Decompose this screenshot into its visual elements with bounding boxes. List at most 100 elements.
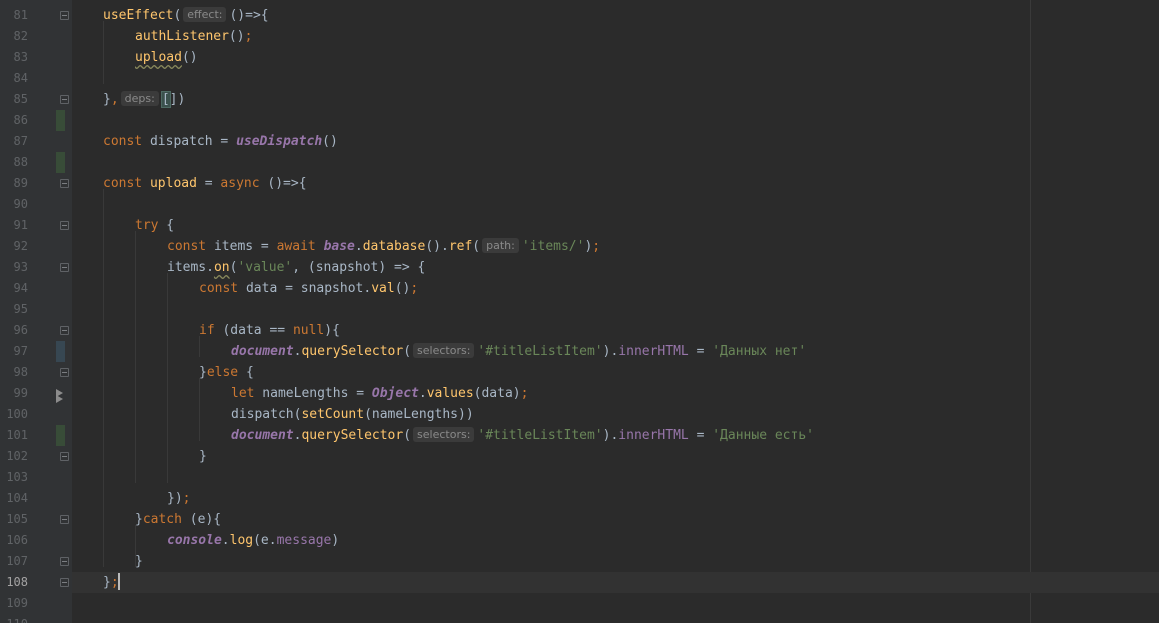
code-line[interactable]: 86 bbox=[0, 110, 1159, 131]
line-code: document.querySelector(selectors: '#title… bbox=[231, 427, 814, 443]
code-line[interactable]: 101 document.querySelector(selectors: '#t… bbox=[0, 425, 1159, 446]
line-number: 93 bbox=[13, 260, 28, 274]
line-number: 87 bbox=[13, 134, 28, 148]
code-line[interactable]: 104 }); bbox=[0, 488, 1159, 509]
param-hint: effect: bbox=[183, 7, 227, 22]
line-number: 85 bbox=[13, 92, 28, 106]
line-code: }, deps:[]) bbox=[103, 91, 186, 108]
code-line[interactable]: 109 bbox=[0, 593, 1159, 614]
fold-toggle-icon[interactable] bbox=[60, 452, 69, 461]
line-code: const items = await base.database().ref(… bbox=[167, 238, 601, 254]
line-code: console.log(e.message) bbox=[167, 533, 340, 548]
code-line[interactable]: 83 upload() bbox=[0, 47, 1159, 68]
line-code: const data = snapshot.val(); bbox=[199, 281, 419, 296]
fold-toggle-icon[interactable] bbox=[60, 95, 69, 104]
vcs-modified-marker[interactable] bbox=[56, 341, 65, 362]
line-code: } bbox=[135, 554, 143, 569]
param-hint: deps: bbox=[120, 91, 159, 106]
line-number: 104 bbox=[6, 491, 28, 505]
code-line-current[interactable]: 108 }; bbox=[0, 572, 1159, 593]
line-code: items.on('value', (snapshot) => { bbox=[167, 260, 426, 275]
line-number: 99 bbox=[13, 386, 28, 400]
param-hint: path: bbox=[482, 238, 519, 253]
line-number: 91 bbox=[13, 218, 28, 232]
line-number: 81 bbox=[13, 8, 28, 22]
line-code: }else { bbox=[199, 365, 254, 380]
fold-toggle-icon[interactable] bbox=[60, 368, 69, 377]
line-number: 92 bbox=[13, 239, 28, 253]
line-number: 105 bbox=[6, 512, 28, 526]
line-code: }catch (e){ bbox=[135, 512, 222, 527]
code-line[interactable]: 94 const data = snapshot.val(); bbox=[0, 278, 1159, 299]
code-line[interactable]: 107 } bbox=[0, 551, 1159, 572]
code-line[interactable]: 105 }catch (e){ bbox=[0, 509, 1159, 530]
code-line[interactable]: 88 bbox=[0, 152, 1159, 173]
code-line[interactable]: 90 bbox=[0, 194, 1159, 215]
code-line[interactable]: 85 }, deps:[]) bbox=[0, 89, 1159, 110]
line-code: let nameLengths = Object.values(data); bbox=[231, 386, 529, 401]
fold-toggle-icon[interactable] bbox=[60, 326, 69, 335]
line-code: if (data == null){ bbox=[199, 323, 340, 338]
code-line[interactable]: 89 const upload = async ()=>{ bbox=[0, 173, 1159, 194]
line-number: 102 bbox=[6, 449, 28, 463]
code-line[interactable]: 92 const items = await base.database().r… bbox=[0, 236, 1159, 257]
line-number: 109 bbox=[6, 596, 28, 610]
line-code: dispatch(setCount(nameLengths)) bbox=[231, 407, 474, 422]
code-editor[interactable]: 81 useEffect(effect: ()=>{ 82 authListene… bbox=[0, 0, 1159, 623]
code-line[interactable]: 98 }else { bbox=[0, 362, 1159, 383]
code-line[interactable]: 84 bbox=[0, 68, 1159, 89]
line-code: }; bbox=[103, 573, 120, 590]
code-line[interactable]: 91 try { bbox=[0, 215, 1159, 236]
line-number: 103 bbox=[6, 470, 28, 484]
code-line[interactable]: 97 document.querySelector(selectors: '#ti… bbox=[0, 341, 1159, 362]
line-number: 110 bbox=[0, 614, 28, 623]
line-number: 90 bbox=[13, 197, 28, 211]
line-number: 97 bbox=[13, 344, 28, 358]
line-number: 83 bbox=[13, 50, 28, 64]
fold-toggle-icon[interactable] bbox=[60, 578, 69, 587]
code-line[interactable]: 87 const dispatch = useDispatch() bbox=[0, 131, 1159, 152]
code-line[interactable]: 100 dispatch(setCount(nameLengths)) bbox=[0, 395, 1159, 425]
code-line[interactable]: 103 bbox=[0, 467, 1159, 488]
line-code: useEffect(effect: ()=>{ bbox=[103, 7, 269, 23]
fold-toggle-icon[interactable] bbox=[60, 263, 69, 272]
line-code: const upload = async ()=>{ bbox=[103, 176, 307, 191]
line-code: authListener(); bbox=[135, 29, 253, 44]
param-hint: selectors: bbox=[413, 427, 475, 442]
line-number: 96 bbox=[13, 323, 28, 337]
fold-toggle-icon[interactable] bbox=[60, 11, 69, 20]
code-line[interactable]: 82 authListener(); bbox=[0, 26, 1159, 47]
line-number: 100 bbox=[6, 407, 28, 421]
code-line[interactable]: 106 console.log(e.message) bbox=[0, 530, 1159, 551]
line-number: 88 bbox=[13, 155, 28, 169]
code-line[interactable]: 81 useEffect(effect: ()=>{ bbox=[0, 5, 1159, 26]
fold-toggle-icon[interactable] bbox=[60, 515, 69, 524]
text-caret bbox=[117, 573, 120, 590]
vcs-added-marker[interactable] bbox=[56, 425, 65, 446]
line-number: 86 bbox=[13, 113, 28, 127]
line-code: const dispatch = useDispatch() bbox=[103, 134, 338, 149]
line-number: 107 bbox=[6, 554, 28, 568]
fold-toggle-icon[interactable] bbox=[60, 557, 69, 566]
fold-toggle-icon[interactable] bbox=[60, 221, 69, 230]
code-line[interactable]: 95 bbox=[0, 299, 1159, 320]
line-code: }); bbox=[167, 491, 191, 506]
param-hint: selectors: bbox=[413, 343, 475, 358]
vcs-added-marker[interactable] bbox=[56, 110, 65, 131]
line-number: 101 bbox=[6, 428, 28, 442]
fold-toggle-icon[interactable] bbox=[60, 179, 69, 188]
code-line[interactable]: 102 } bbox=[0, 446, 1159, 467]
line-code: document.querySelector(selectors: '#title… bbox=[231, 343, 807, 359]
code-line[interactable]: 110 bbox=[0, 614, 1159, 623]
code-line[interactable]: 96 if (data == null){ bbox=[0, 320, 1159, 341]
code-line[interactable]: 99 let nameLengths = Object.values(data)… bbox=[0, 383, 1159, 404]
code-line[interactable]: 93 items.on('value', (snapshot) => { bbox=[0, 257, 1159, 278]
vcs-added-marker[interactable] bbox=[56, 152, 65, 173]
line-code: upload() bbox=[135, 50, 198, 65]
line-number: 95 bbox=[13, 302, 28, 316]
line-number: 82 bbox=[13, 29, 28, 43]
line-number: 106 bbox=[6, 533, 28, 547]
line-number: 89 bbox=[13, 176, 28, 190]
line-code: try { bbox=[135, 218, 175, 233]
breakpoint-arrow-icon[interactable] bbox=[56, 395, 63, 403]
